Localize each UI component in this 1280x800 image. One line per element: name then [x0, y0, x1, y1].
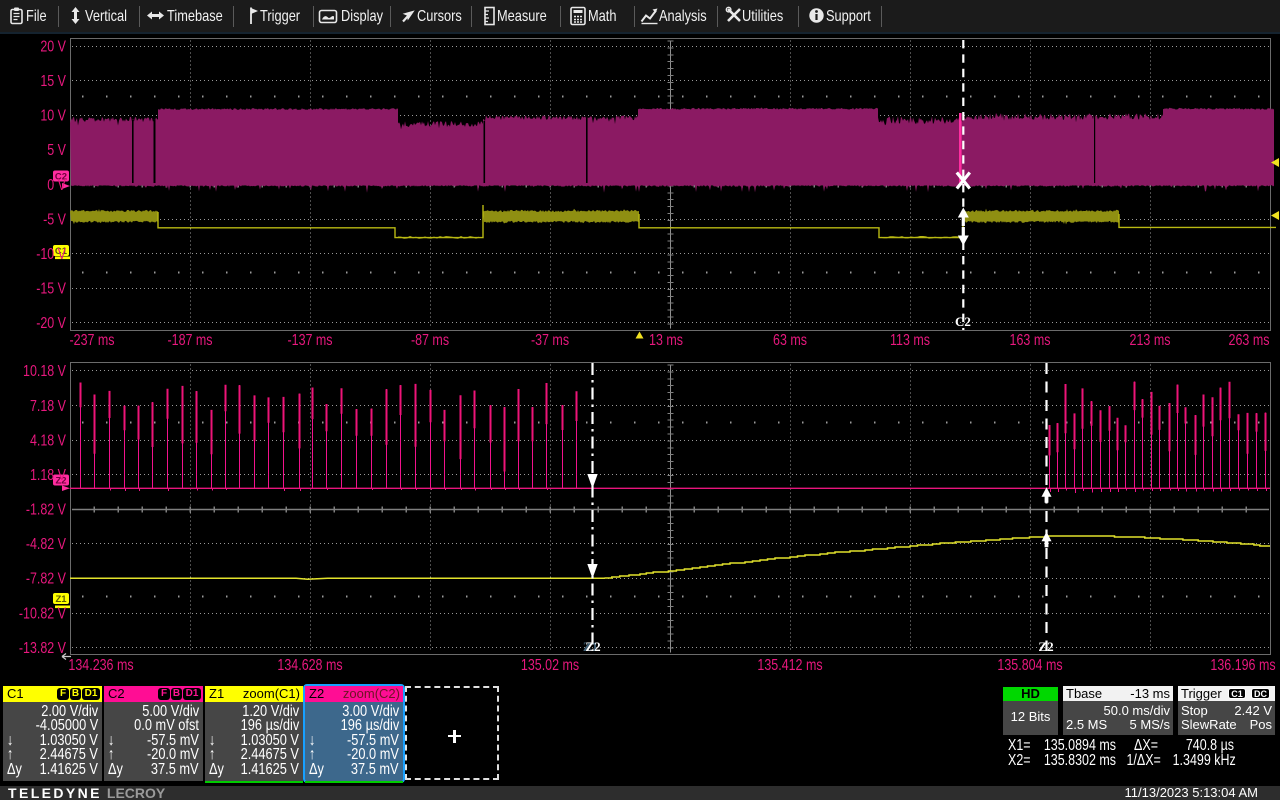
svg-text:Z2: Z2	[1038, 639, 1053, 654]
svg-text:134.628 ms: 134.628 ms	[277, 657, 342, 675]
svg-text:10 V: 10 V	[40, 107, 66, 125]
svg-text:135.02 ms: 135.02 ms	[521, 657, 579, 675]
svg-text:-137 ms: -137 ms	[287, 332, 332, 350]
svg-text:-15 V: -15 V	[36, 280, 66, 298]
svg-text:263 ms: 263 ms	[1229, 332, 1270, 350]
svg-text:-10 V: -10 V	[36, 246, 66, 264]
svg-text:-4.82 V: -4.82 V	[26, 536, 67, 554]
svg-text:213 ms: 213 ms	[1130, 332, 1171, 350]
svg-text:5 V: 5 V	[47, 142, 66, 160]
svg-text:Z2: Z2	[585, 639, 600, 654]
svg-text:-7.82 V: -7.82 V	[26, 570, 67, 588]
svg-text:134.236 ms: 134.236 ms	[68, 657, 133, 675]
svg-text:135.412 ms: 135.412 ms	[757, 657, 822, 675]
svg-text:-37 ms: -37 ms	[531, 332, 569, 350]
svg-text:-13.82 V: -13.82 V	[19, 639, 66, 657]
svg-text:C2: C2	[955, 314, 971, 329]
svg-text:1.18 V: 1.18 V	[30, 467, 66, 485]
svg-text:113 ms: 113 ms	[890, 332, 930, 350]
svg-text:163 ms: 163 ms	[1010, 332, 1051, 350]
svg-text:-1.82 V: -1.82 V	[26, 501, 67, 519]
svg-text:-237 ms: -237 ms	[69, 332, 114, 350]
svg-text:7.18 V: 7.18 V	[30, 397, 66, 415]
svg-text:13 ms: 13 ms	[649, 332, 683, 350]
svg-text:0 V: 0 V	[47, 176, 66, 194]
svg-text:135.804 ms: 135.804 ms	[997, 657, 1062, 675]
svg-text:20 V: 20 V	[40, 38, 66, 56]
svg-text:15 V: 15 V	[40, 73, 66, 91]
svg-text:-20 V: -20 V	[36, 315, 66, 333]
svg-text:Z1: Z1	[55, 594, 67, 605]
svg-text:63 ms: 63 ms	[773, 332, 807, 350]
svg-text:-87 ms: -87 ms	[411, 332, 449, 350]
svg-text:136.196 ms: 136.196 ms	[1210, 657, 1275, 675]
svg-text:-5 V: -5 V	[43, 211, 66, 229]
svg-text:4.18 V: 4.18 V	[30, 432, 66, 450]
svg-text:10.18 V: 10.18 V	[23, 363, 66, 381]
svg-text:-187 ms: -187 ms	[167, 332, 212, 350]
svg-text:-10.82 V: -10.82 V	[19, 605, 66, 623]
